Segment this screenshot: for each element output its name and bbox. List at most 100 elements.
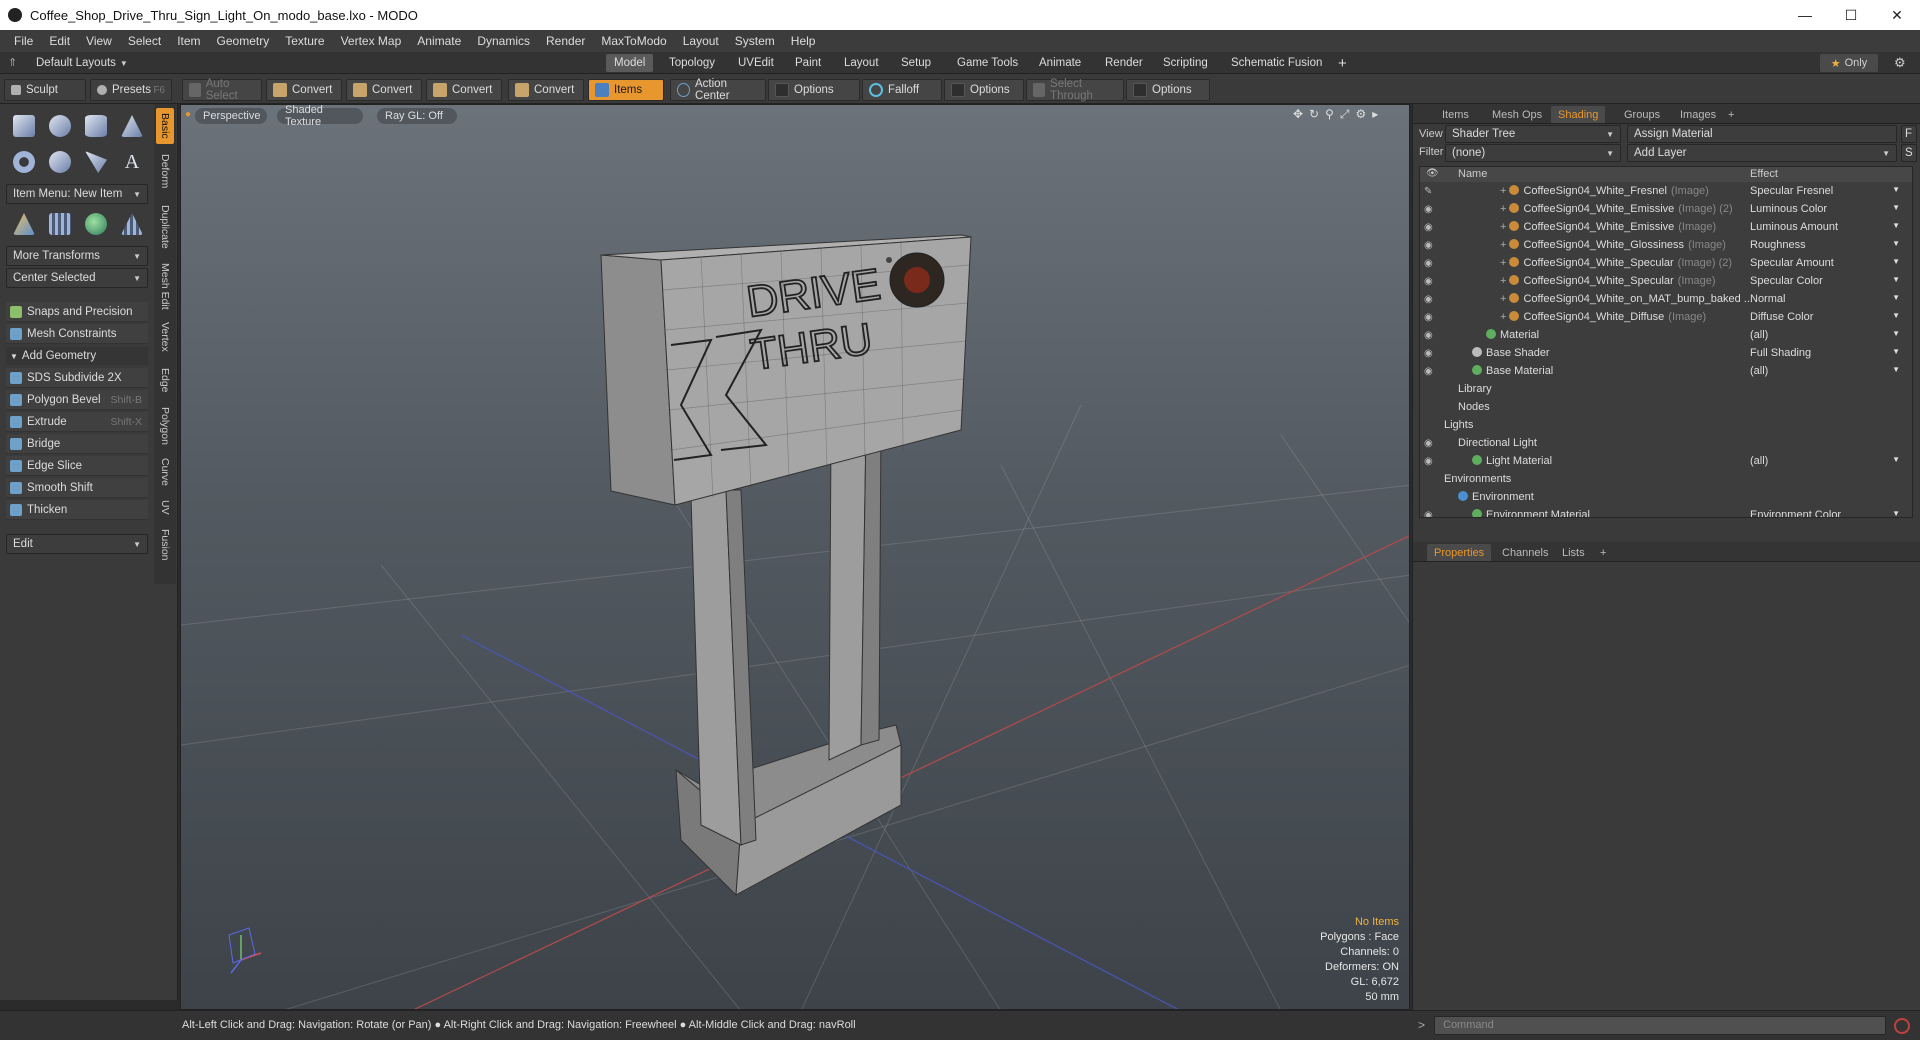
cube-tool-icon[interactable]	[8, 110, 40, 142]
grid-tool-icon[interactable]	[44, 208, 76, 240]
cylinder-tool-icon[interactable]	[80, 110, 112, 142]
only-toggle[interactable]: ★ Only	[1820, 54, 1878, 72]
smooth-shift-button[interactable]: Smooth Shift	[6, 478, 148, 498]
effect-column-header[interactable]: Effect	[1750, 168, 1778, 180]
expand-plus-icon[interactable]: +	[1500, 275, 1506, 287]
menu-vertex-map[interactable]: Vertex Map	[333, 34, 410, 48]
shader-tree-row[interactable]: ◉ + CoffeeSign04_White_Specular (Image) (2)…	[1420, 255, 1912, 273]
menu-select[interactable]: Select	[120, 34, 169, 48]
shader-tree-row[interactable]: Lights	[1420, 417, 1912, 435]
expand-plus-icon[interactable]: +	[1500, 203, 1506, 215]
expand-plus-icon[interactable]: +	[1500, 311, 1506, 323]
expand-plus-icon[interactable]: +	[1500, 185, 1506, 197]
tab-groups[interactable]: Groups	[1617, 106, 1667, 123]
expand-plus-icon[interactable]: +	[1500, 221, 1506, 233]
menu-item[interactable]: Item	[169, 34, 208, 48]
effect-dropdown[interactable]: (all) ▼	[1750, 329, 1900, 341]
eye-icon[interactable]: ◉	[1424, 438, 1436, 450]
tab-game-tools[interactable]: Game Tools	[949, 54, 1026, 72]
tab-render[interactable]: Render	[1097, 54, 1151, 72]
f-button[interactable]: F	[1901, 125, 1917, 143]
tab-topology[interactable]: Topology	[661, 54, 723, 72]
capsule-tool-icon[interactable]	[44, 146, 76, 178]
effect-dropdown[interactable]: Luminous Amount ▼	[1750, 221, 1900, 233]
shader-tree-row[interactable]: ◉ Light Material (all) ▼	[1420, 453, 1912, 471]
effect-dropdown[interactable]: Roughness ▼	[1750, 239, 1900, 251]
effect-dropdown[interactable]: Specular Color ▼	[1750, 275, 1900, 287]
effect-dropdown[interactable]: Full Shading ▼	[1750, 347, 1900, 359]
filter-dropdown[interactable]: (none) ▼	[1445, 144, 1621, 162]
menu-help[interactable]: Help	[783, 34, 824, 48]
convert-vertices-button[interactable]: Convert	[266, 79, 342, 101]
menu-texture[interactable]: Texture	[277, 34, 332, 48]
shader-tree-row[interactable]: ◉ Base Material (all) ▼	[1420, 363, 1912, 381]
shader-tree-row[interactable]: ✎ + CoffeeSign04_White_Fresnel (Image) Specu…	[1420, 183, 1912, 201]
center-selected-dropdown[interactable]: Center Selected ▼	[6, 268, 148, 288]
vtab-fusion[interactable]: Fusion	[156, 524, 174, 566]
expand-plus-icon[interactable]: +	[1500, 293, 1506, 305]
close-button[interactable]: ✕	[1874, 0, 1920, 30]
shader-tree-row[interactable]: Library	[1420, 381, 1912, 399]
shader-tree-row[interactable]: ◉ Base Shader Full Shading ▼	[1420, 345, 1912, 363]
effect-dropdown[interactable]: (all) ▼	[1750, 455, 1900, 467]
effect-dropdown[interactable]: (all) ▼	[1750, 365, 1900, 377]
add-tab-button[interactable]: +	[1593, 544, 1613, 561]
eye-icon[interactable]: ◉	[1424, 510, 1436, 517]
tab-items[interactable]: Items	[1435, 106, 1476, 123]
shader-tree-row[interactable]: ◉ + CoffeeSign04_White_Diffuse (Image) Diffu…	[1420, 309, 1912, 327]
tab-model[interactable]: Model	[606, 54, 654, 72]
convert-edges-button[interactable]: Convert	[346, 79, 422, 101]
tab-animate[interactable]: Animate	[1031, 54, 1089, 72]
vtab-basic[interactable]: Basic	[156, 108, 174, 144]
assign-material-button[interactable]: Assign Material	[1627, 125, 1897, 143]
tab-paint[interactable]: Paint	[787, 54, 829, 72]
edit-dropdown[interactable]: Edit ▼	[6, 534, 148, 554]
vtab-deform[interactable]: Deform	[156, 148, 174, 194]
add-geometry-header[interactable]: ▼ Add Geometry	[6, 347, 148, 365]
add-layer-dropdown[interactable]: Add Layer ▼	[1627, 144, 1897, 162]
eye-icon[interactable]: ◉	[1424, 294, 1436, 306]
3d-viewport[interactable]: ● Perspective Shaded Texture Ray GL: Off…	[180, 104, 1410, 1010]
layout-pin-icon[interactable]: ⇑	[8, 56, 17, 69]
vtab-duplicate[interactable]: Duplicate	[156, 198, 174, 256]
item-menu-dropdown[interactable]: Item Menu: New Item ▼	[6, 184, 148, 204]
s-button[interactable]: S	[1901, 144, 1917, 162]
add-tab-button[interactable]: +	[1330, 54, 1355, 72]
text-tool-icon[interactable]: A	[116, 146, 148, 178]
eye-icon[interactable]: ◉	[1424, 258, 1436, 270]
menu-layout[interactable]: Layout	[675, 34, 727, 48]
vtab-edge[interactable]: Edge	[156, 362, 174, 398]
shader-tree[interactable]: 👁 Name Effect ✎ + CoffeeSign04_White_Fresn…	[1419, 166, 1913, 518]
convert-polygons-button[interactable]: Convert	[426, 79, 502, 101]
vtab-curve[interactable]: Curve	[156, 454, 174, 490]
tab-shading[interactable]: Shading	[1551, 106, 1606, 123]
action-center-options-button[interactable]: Options	[768, 79, 860, 101]
shader-tree-row[interactable]: ◉ + CoffeeSign04_White_Specular (Image) Spec…	[1420, 273, 1912, 291]
globe-tool-icon[interactable]	[80, 208, 112, 240]
menu-render[interactable]: Render	[538, 34, 593, 48]
presets-button[interactable]: Presets F6	[90, 79, 172, 101]
tab-properties[interactable]: Properties	[1427, 544, 1492, 561]
shader-tree-row[interactable]: Environments	[1420, 471, 1912, 489]
menu-maxtomodo[interactable]: MaxToModo	[593, 34, 674, 48]
shader-tree-row[interactable]: ◉ + CoffeeSign04_White_Emissive (Image) (2)…	[1420, 201, 1912, 219]
auto-select-button[interactable]: Auto Select	[182, 78, 262, 102]
sphere-tool-icon[interactable]	[44, 110, 76, 142]
polygon-bevel-button[interactable]: Polygon Bevel Shift-B	[6, 390, 148, 410]
thicken-button[interactable]: Thicken	[6, 500, 148, 520]
gear-icon[interactable]: ⚙	[1894, 55, 1906, 71]
shader-tree-row[interactable]: ◉ Environment Material Environment Color ▼	[1420, 507, 1912, 517]
sds-subdivide-button[interactable]: SDS Subdivide 2X	[6, 368, 148, 388]
cone-tool-icon[interactable]	[116, 110, 148, 142]
menu-system[interactable]: System	[727, 34, 783, 48]
eye-icon[interactable]: ◉	[1424, 366, 1436, 378]
bridge-button[interactable]: Bridge	[6, 434, 148, 454]
tab-channels[interactable]: Channels	[1495, 544, 1555, 561]
falloff-button[interactable]: Falloff	[862, 79, 942, 101]
vtab-mesh-edit[interactable]: Mesh Edit	[156, 260, 174, 312]
eye-icon[interactable]: ◉	[1424, 204, 1436, 216]
add-tab-button[interactable]: +	[1721, 106, 1741, 123]
default-layouts-dropdown[interactable]: Default Layouts ▼	[30, 53, 134, 73]
effect-dropdown[interactable]: Environment Color ▼	[1750, 509, 1900, 517]
tab-images[interactable]: Images	[1673, 106, 1723, 123]
